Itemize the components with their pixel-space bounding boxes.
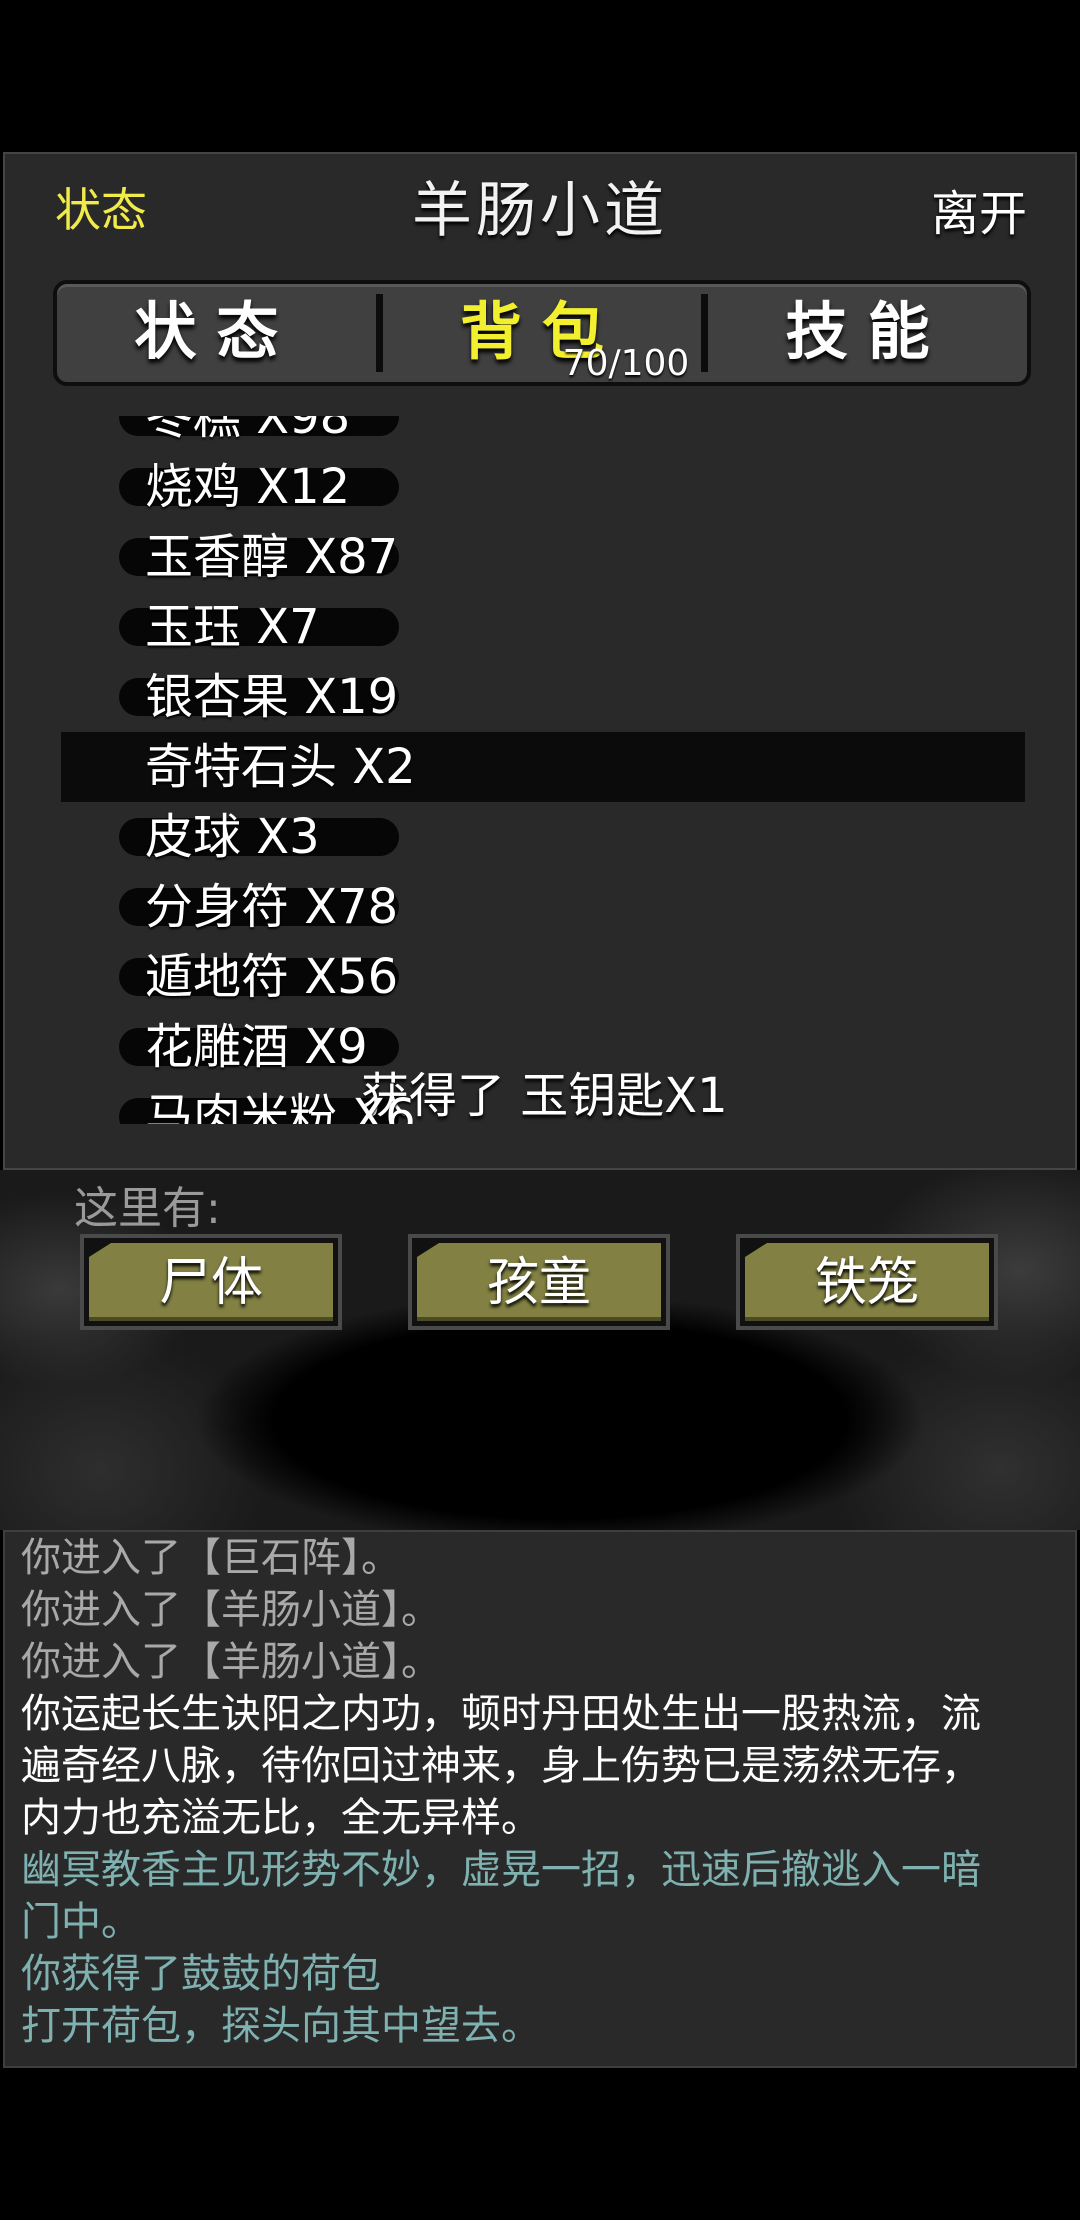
inventory-item-label: 皮球 X3	[145, 809, 320, 865]
scene-area: 这里有: 尸体 孩童 铁笼	[0, 1170, 1080, 1530]
toast-message: 获得了 玉钥匙X1	[361, 1068, 728, 1124]
location-title: 羊肠小道	[412, 176, 668, 246]
inventory-item[interactable]: 皮球 X3	[119, 802, 399, 872]
child-button[interactable]: 孩童	[408, 1234, 670, 1330]
log-line: 遍奇经八脉，待你回过神来，身上伤势已是荡然无存，	[21, 1743, 981, 1789]
iron-cage-button[interactable]: 铁笼	[736, 1234, 998, 1330]
log-line: 你获得了鼓鼓的荷包	[21, 1951, 381, 1997]
inventory-item[interactable]: 马肉米粉 X6	[119, 1082, 416, 1124]
inventory-item[interactable]: 玉香醇 X87	[119, 522, 399, 592]
log-line: 幽冥教香主见形势不妙，虚晃一招，迅速后撤逃入一暗	[21, 1847, 981, 1893]
tab-divider	[701, 294, 709, 372]
bag-capacity: 70/100	[562, 343, 690, 384]
inventory-item[interactable]: 玉珏 X7	[119, 592, 399, 662]
leave-button[interactable]: 离开	[931, 174, 1027, 244]
inventory-item[interactable]: 遁地符 X56	[119, 942, 399, 1012]
tab-status[interactable]: 状态	[57, 284, 376, 382]
message-log[interactable]: 你进入了【巨石阵】。 你进入了【羊肠小道】。 你进入了【羊肠小道】。你运起长生诀阳之…	[3, 1530, 1077, 2068]
log-line: 你进入了【巨石阵】。	[21, 1535, 401, 1581]
log-line: 打开荷包，探头向其中望去。	[21, 2003, 541, 2049]
tab-divider	[375, 294, 383, 372]
inventory-item[interactable]: 烧鸡 X12	[119, 452, 399, 522]
corpse-button-label: 尸体	[89, 1243, 333, 1321]
log-line: 内力也充溢无比，全无异样。	[21, 1795, 541, 1841]
inventory-item-label: 烧鸡 X12	[145, 459, 351, 515]
log-line: 你进入了【羊肠小道】。	[21, 1587, 441, 1633]
inventory-item-label: 玉香醇 X87	[145, 529, 399, 585]
inventory-item[interactable]: 银杏果 X19	[119, 662, 399, 732]
inventory-item[interactable]: 分身符 X78	[119, 872, 399, 942]
inventory-item-label: 冬糕 X98	[145, 416, 351, 445]
inventory-item[interactable]: 冬糕 X98	[119, 416, 399, 452]
inventory-item-label: 马肉米粉 X6	[145, 1089, 416, 1124]
inventory-item-label: 遁地符 X56	[145, 949, 399, 1005]
tab-skills[interactable]: 技能	[708, 284, 1027, 382]
child-button-label: 孩童	[417, 1243, 661, 1321]
tab-bar: 状态 背包 70/100 技能	[53, 280, 1031, 386]
tab-bag[interactable]: 背包 70/100	[383, 284, 702, 384]
inventory-item-label: 花雕酒 X9	[145, 1019, 368, 1075]
inventory-item-label: 奇特石头 X2	[145, 739, 416, 795]
inventory-item-label: 分身符 X78	[145, 879, 399, 935]
log-line: 你运起长生诀阳之内功，顿时丹田处生出一股热流，流	[21, 1691, 981, 1737]
item-list[interactable]: 冬糕 X98 烧鸡 X12 玉香醇 X87 玉珏 X7 银杏果 X19 奇特石头 X2 皮球…	[5, 416, 1075, 1124]
log-line: 你进入了【羊肠小道】。	[21, 1639, 441, 1685]
corpse-button[interactable]: 尸体	[80, 1234, 342, 1330]
scene-label: 这里有:	[74, 1183, 221, 1234]
inventory-panel: 状态 羊肠小道 离开 状态 背包 70/100 技能 冬糕 X98 烧鸡 X12 玉…	[3, 152, 1077, 1170]
inventory-item-label: 玉珏 X7	[145, 599, 320, 655]
log-line: 门中。	[21, 1899, 141, 1945]
inventory-item[interactable]: 花雕酒 X9	[119, 1012, 399, 1082]
inventory-item[interactable]: 奇特石头 X2	[145, 732, 416, 802]
iron-cage-button-label: 铁笼	[745, 1243, 989, 1321]
inventory-item-label: 银杏果 X19	[145, 669, 399, 725]
